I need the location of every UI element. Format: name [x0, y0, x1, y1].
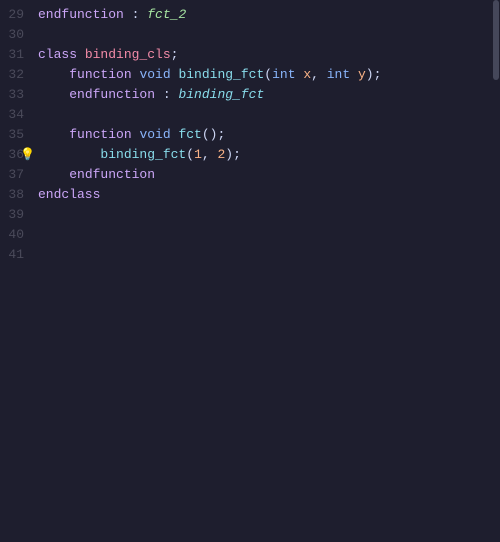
- line-content-41: [38, 247, 500, 262]
- code-line-35: 35 function void fct();: [0, 124, 500, 144]
- code-editor: 29 endfunction : fct_2 30 31 class bindi…: [0, 0, 500, 542]
- line-content-32: function void binding_fct(int x, int y);: [38, 67, 500, 82]
- line-number-38: 38: [0, 187, 38, 202]
- line-content-34: [38, 107, 500, 122]
- code-line-34: 34: [0, 104, 500, 124]
- scrollbar-thumb[interactable]: [493, 0, 499, 80]
- code-line-41: 41: [0, 244, 500, 264]
- line-number-41: 41: [0, 247, 38, 262]
- line-number-30: 30: [0, 27, 38, 42]
- line-number-40: 40: [0, 227, 38, 242]
- line-number-33: 33: [0, 87, 38, 102]
- line-content-40: [38, 227, 500, 242]
- line-content-33: endfunction : binding_fct: [38, 87, 500, 102]
- line-number-29: 29: [0, 7, 38, 22]
- code-line-32: 32 function void binding_fct(int x, int …: [0, 64, 500, 84]
- line-content-30: [38, 27, 500, 42]
- line-content-35: function void fct();: [38, 127, 500, 142]
- code-line-37: 37 endfunction: [0, 164, 500, 184]
- line-content-31: class binding_cls;: [38, 47, 500, 62]
- code-line-39: 39: [0, 204, 500, 224]
- line-number-35: 35: [0, 127, 38, 142]
- code-line-30: 30: [0, 24, 500, 44]
- line-content-37: endfunction: [38, 167, 500, 182]
- line-content-39: [38, 207, 500, 222]
- line-number-34: 34: [0, 107, 38, 122]
- code-line-33: 33 endfunction : binding_fct: [0, 84, 500, 104]
- code-line-40: 40: [0, 224, 500, 244]
- code-line-36: 36 💡 binding_fct(1, 2);: [0, 144, 500, 164]
- line-number-39: 39: [0, 207, 38, 222]
- line-number-37: 37: [0, 167, 38, 182]
- line-content-29: endfunction : fct_2: [38, 7, 500, 22]
- code-container: 29 endfunction : fct_2 30 31 class bindi…: [0, 0, 500, 264]
- line-content-38: endclass: [38, 187, 500, 202]
- code-line-31: 31 class binding_cls;: [0, 44, 500, 64]
- line-number-32: 32: [0, 67, 38, 82]
- code-line-38: 38 endclass: [0, 184, 500, 204]
- code-line-29: 29 endfunction : fct_2: [0, 4, 500, 24]
- line-content-36: binding_fct(1, 2);: [38, 147, 500, 162]
- lightbulb-icon[interactable]: 💡: [20, 147, 35, 162]
- line-number-31: 31: [0, 47, 38, 62]
- vertical-scrollbar[interactable]: [490, 0, 500, 542]
